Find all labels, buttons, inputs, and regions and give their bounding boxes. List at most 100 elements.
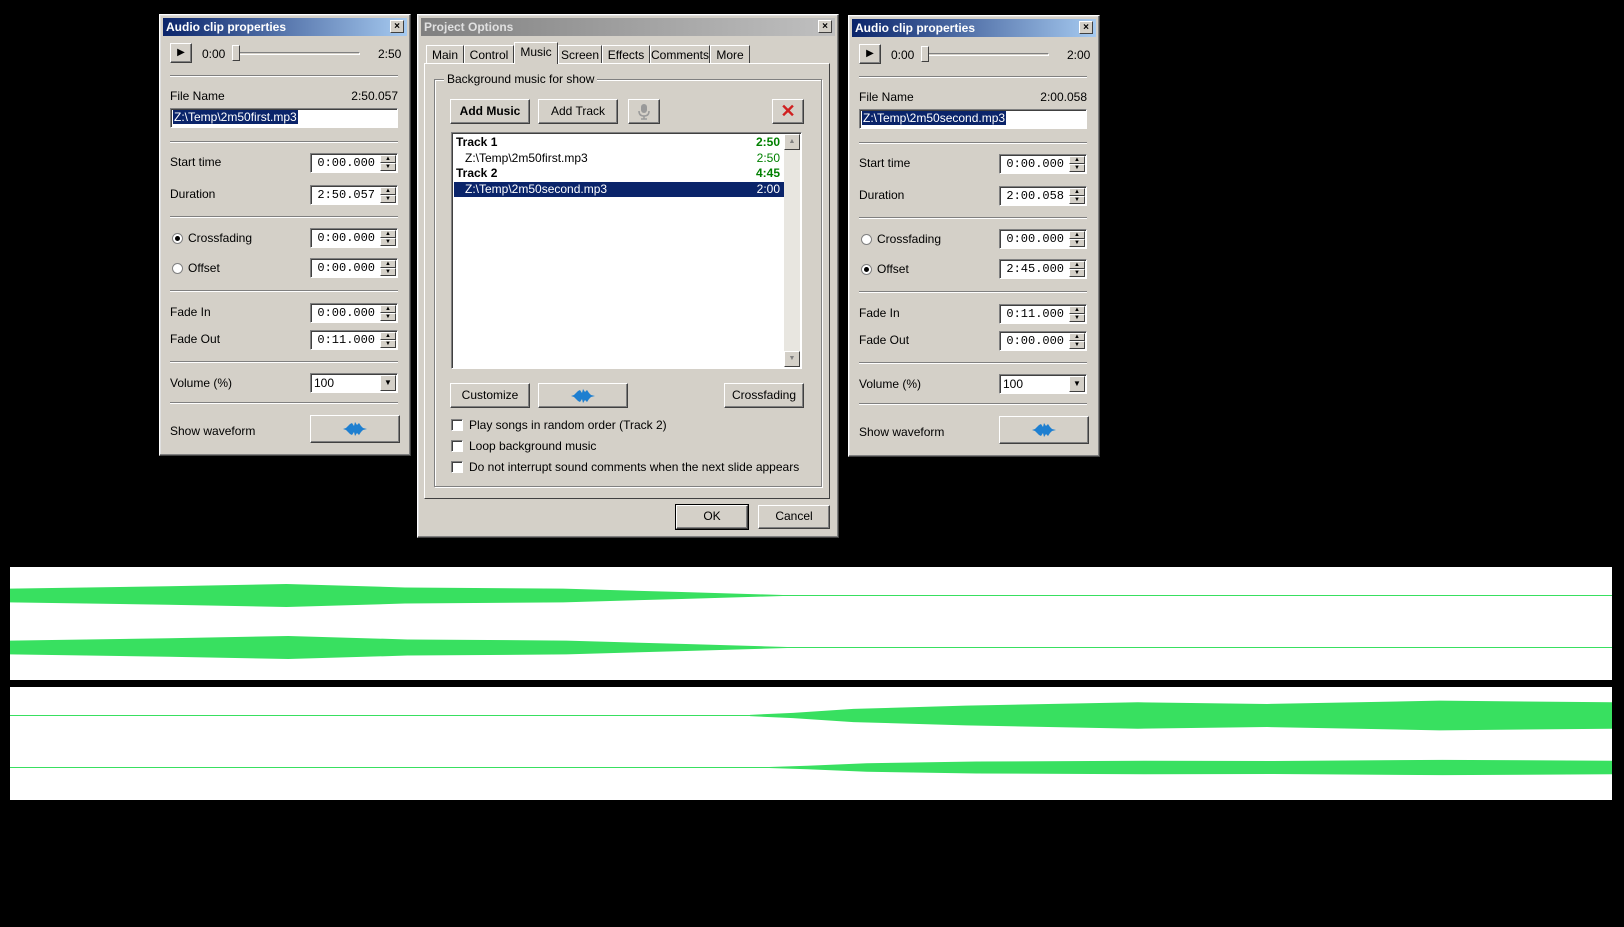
position-slider-thumb[interactable] bbox=[232, 45, 240, 61]
customize-label: Customize bbox=[461, 388, 519, 402]
tab-screen[interactable]: Screen bbox=[558, 45, 602, 64]
fade-out-spinner[interactable]: 0:00.000 ▲ ▼ bbox=[999, 331, 1087, 351]
divider bbox=[170, 402, 398, 404]
title-bar[interactable]: Audio clip properties × bbox=[163, 18, 407, 36]
spin-down-icon[interactable]: ▼ bbox=[1069, 164, 1085, 172]
random-order-checkbox[interactable] bbox=[451, 419, 463, 431]
spin-up-icon[interactable]: ▲ bbox=[1069, 156, 1085, 164]
delete-button[interactable]: ✕ bbox=[772, 99, 804, 124]
fade-out-spinner[interactable]: 0:11.000 ▲ ▼ bbox=[310, 330, 398, 350]
loop-music-checkbox[interactable] bbox=[451, 440, 463, 452]
list-item[interactable]: Z:\Temp\2m50second.mp3 2:00 bbox=[454, 182, 784, 197]
spin-down-icon[interactable]: ▼ bbox=[1069, 269, 1085, 277]
spin-down-icon[interactable]: ▼ bbox=[1069, 314, 1085, 322]
crossfading-button[interactable]: Crossfading bbox=[724, 383, 804, 408]
tab-control[interactable]: Control bbox=[464, 45, 514, 64]
title-bar[interactable]: Audio clip properties × bbox=[852, 19, 1096, 37]
play-button[interactable]: ▶ bbox=[859, 44, 881, 64]
spin-up-icon[interactable]: ▲ bbox=[1069, 261, 1085, 269]
spin-up-icon[interactable]: ▲ bbox=[380, 305, 396, 313]
close-icon[interactable]: × bbox=[818, 20, 832, 33]
ok-button[interactable]: OK bbox=[675, 504, 749, 530]
scrollbar[interactable]: ▲ ▼ bbox=[784, 134, 800, 367]
music-list[interactable]: Track 1 2:50 Z:\Temp\2m50first.mp3 2:50 … bbox=[451, 132, 802, 369]
fade-in-value: 0:00.000 bbox=[317, 306, 375, 320]
duration-spinner[interactable]: 2:50.057 ▲ ▼ bbox=[310, 185, 398, 205]
scroll-down-icon[interactable]: ▼ bbox=[784, 351, 800, 367]
list-item[interactable]: Z:\Temp\2m50first.mp3 2:50 bbox=[454, 151, 784, 166]
fade-in-spinner[interactable]: 0:11.000 ▲ ▼ bbox=[999, 304, 1087, 324]
position-slider-thumb[interactable] bbox=[921, 46, 929, 62]
crossfading-radio[interactable] bbox=[861, 234, 872, 245]
do-not-interrupt-checkbox[interactable] bbox=[451, 461, 463, 473]
tab-main[interactable]: Main bbox=[426, 45, 464, 64]
scroll-up-icon[interactable]: ▲ bbox=[784, 134, 800, 150]
position-slider-track[interactable] bbox=[232, 52, 360, 55]
start-time-spinner[interactable]: 0:00.000 ▲ ▼ bbox=[310, 153, 398, 173]
close-icon[interactable]: × bbox=[390, 20, 404, 33]
spin-up-icon[interactable]: ▲ bbox=[380, 187, 396, 195]
spin-down-icon[interactable]: ▼ bbox=[380, 313, 396, 321]
spin-down-icon[interactable]: ▼ bbox=[1069, 196, 1085, 204]
title-bar[interactable]: Project Options × bbox=[421, 18, 835, 36]
show-waveform-button[interactable] bbox=[310, 415, 400, 443]
volume-combo[interactable]: 100 ▼ bbox=[310, 373, 398, 393]
duration-spinner[interactable]: 2:00.058 ▲ ▼ bbox=[999, 186, 1087, 206]
spin-up-icon[interactable]: ▲ bbox=[380, 230, 396, 238]
tab-more[interactable]: More bbox=[710, 45, 750, 64]
spin-down-icon[interactable]: ▼ bbox=[380, 340, 396, 348]
volume-combo[interactable]: 100 ▼ bbox=[999, 374, 1087, 394]
record-button[interactable] bbox=[628, 99, 660, 124]
play-button[interactable]: ▶ bbox=[170, 43, 192, 63]
spin-up-icon[interactable]: ▲ bbox=[380, 332, 396, 340]
spin-down-icon[interactable]: ▼ bbox=[380, 163, 396, 171]
waveform-channel-left bbox=[10, 584, 800, 607]
tab-music[interactable]: Music bbox=[514, 42, 558, 64]
spin-down-icon[interactable]: ▼ bbox=[380, 195, 396, 203]
fade-out-label: Fade Out bbox=[859, 333, 910, 347]
spin-down-icon[interactable]: ▼ bbox=[380, 268, 396, 276]
spin-up-icon[interactable]: ▲ bbox=[1069, 333, 1085, 341]
fade-in-spinner[interactable]: 0:00.000 ▲ ▼ bbox=[310, 303, 398, 323]
close-icon[interactable]: × bbox=[1079, 21, 1093, 34]
chevron-down-icon[interactable]: ▼ bbox=[1069, 376, 1085, 392]
crossfading-spinner[interactable]: 0:00.000 ▲ ▼ bbox=[310, 228, 398, 248]
offset-spinner[interactable]: 2:45.000 ▲ ▼ bbox=[999, 259, 1087, 279]
spin-up-icon[interactable]: ▲ bbox=[380, 260, 396, 268]
add-music-button[interactable]: Add Music bbox=[450, 99, 530, 124]
file-path-field[interactable]: Z:\Temp\2m50first.mp3 bbox=[170, 108, 398, 128]
position-slider-track[interactable] bbox=[921, 53, 1049, 56]
spin-up-icon[interactable]: ▲ bbox=[1069, 306, 1085, 314]
spin-up-icon[interactable]: ▲ bbox=[1069, 188, 1085, 196]
show-waveform-label: Show waveform bbox=[859, 425, 945, 439]
offset-spinner[interactable]: 0:00.000 ▲ ▼ bbox=[310, 258, 398, 278]
chevron-down-icon[interactable]: ▼ bbox=[380, 375, 396, 391]
crossfading-radio[interactable] bbox=[172, 233, 183, 244]
spin-down-icon[interactable]: ▼ bbox=[380, 238, 396, 246]
window-title: Project Options bbox=[424, 20, 514, 34]
window-title: Audio clip properties bbox=[166, 20, 287, 34]
play-icon: ▶ bbox=[177, 47, 185, 58]
file-path-field[interactable]: Z:\Temp\2m50second.mp3 bbox=[859, 109, 1087, 129]
show-waveform-button[interactable] bbox=[999, 416, 1089, 444]
offset-radio[interactable] bbox=[172, 263, 183, 274]
list-item[interactable]: Track 1 2:50 bbox=[454, 135, 784, 150]
add-track-button[interactable]: Add Track bbox=[538, 99, 618, 124]
crossfading-spinner[interactable]: 0:00.000 ▲ ▼ bbox=[999, 229, 1087, 249]
tab-label: Comments bbox=[651, 48, 710, 62]
customize-button[interactable]: Customize bbox=[450, 383, 530, 408]
spin-up-icon[interactable]: ▲ bbox=[380, 155, 396, 163]
list-item-duration: 2:50 bbox=[756, 151, 780, 165]
loop-music-label: Loop background music bbox=[469, 439, 597, 453]
list-item[interactable]: Track 2 4:45 bbox=[454, 166, 784, 181]
waveform-button[interactable] bbox=[538, 383, 628, 408]
tab-effects[interactable]: Effects bbox=[602, 45, 650, 64]
spin-up-icon[interactable]: ▲ bbox=[1069, 231, 1085, 239]
tab-comments[interactable]: Comments bbox=[650, 45, 710, 64]
cancel-button[interactable]: Cancel bbox=[758, 505, 830, 529]
crossfading-label: Crossfading bbox=[731, 388, 797, 402]
spin-down-icon[interactable]: ▼ bbox=[1069, 341, 1085, 349]
start-time-spinner[interactable]: 0:00.000 ▲ ▼ bbox=[999, 154, 1087, 174]
spin-down-icon[interactable]: ▼ bbox=[1069, 239, 1085, 247]
offset-radio[interactable] bbox=[861, 264, 872, 275]
